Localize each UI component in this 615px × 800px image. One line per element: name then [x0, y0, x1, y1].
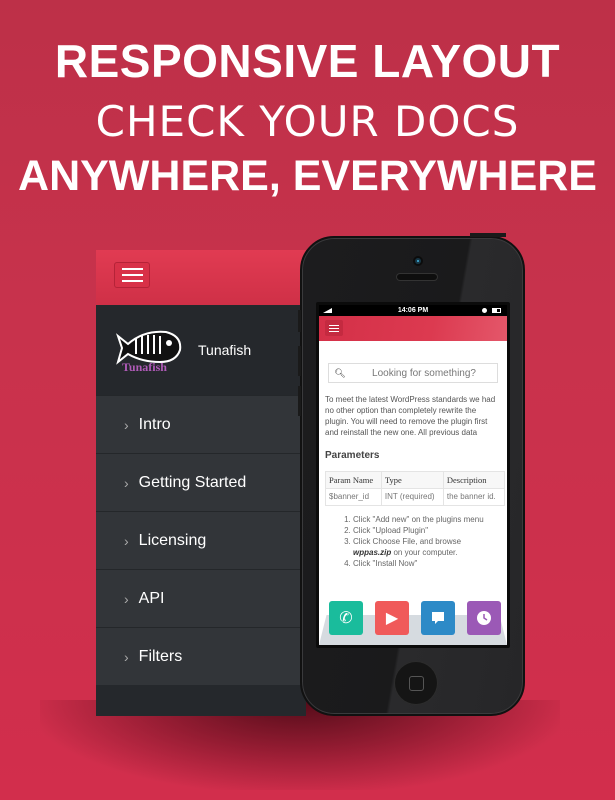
parameters-table: Param Name Type Description $banner_id I… [325, 471, 506, 506]
chevron-right-icon: › [124, 648, 129, 665]
parameters-heading: Parameters [325, 450, 380, 461]
table-cell: $banner_id [325, 488, 382, 506]
volume-button [298, 346, 301, 376]
clock-icon[interactable] [467, 601, 501, 635]
camera-icon [415, 258, 421, 264]
speaker-grille [397, 274, 437, 280]
list-item: Click "Add new" on the plugins menu [353, 514, 501, 525]
chevron-right-icon: › [124, 532, 129, 549]
hamburger-icon[interactable] [114, 262, 150, 288]
signal-icon [323, 308, 332, 313]
logo-text: Tunafish [122, 360, 167, 374]
sidebar-header [96, 250, 306, 305]
brand[interactable]: Tunafish Tunafish [96, 305, 306, 395]
column-header: Description [442, 471, 506, 489]
nav-item-licensing[interactable]: › Licensing [96, 511, 306, 569]
phone-screen: 14:06 PM 🔍︎ Looking for something? To me… [316, 302, 510, 648]
install-steps: Click "Add new" on the plugins menu Clic… [353, 514, 501, 569]
list-item: Click "Install Now" [353, 558, 501, 569]
search-icon: 🔍︎ [334, 367, 346, 378]
phone-icon[interactable]: ✆ [329, 601, 363, 635]
intro-paragraph: To meet the latest WordPress standards w… [325, 395, 496, 437]
column-header: Param Name [325, 471, 382, 489]
chevron-right-icon: › [124, 590, 129, 607]
list-item: Click "Upload Plugin" [353, 525, 501, 536]
status-time: 14:06 PM [397, 307, 429, 314]
nav-item-getting-started[interactable]: › Getting Started [96, 453, 306, 511]
fish-logo-icon: Tunafish [114, 326, 186, 374]
table-row: $banner_id INT (required) the banner id. [325, 488, 506, 506]
chevron-right-icon: › [124, 474, 129, 491]
chat-icon[interactable] [421, 601, 455, 635]
nav-item-api[interactable]: › API [96, 569, 306, 627]
headline-line-2: CHECK YOUR DOCS [95, 97, 520, 146]
nav-item-filters[interactable]: › Filters [96, 627, 306, 685]
status-bar: 14:06 PM [319, 305, 507, 316]
table-header-row: Param Name Type Description [325, 471, 506, 489]
nav-item-intro[interactable]: › Intro [96, 395, 306, 453]
phone-mockup: 14:06 PM 🔍︎ Looking for something? To me… [298, 233, 525, 716]
search-input[interactable]: 🔍︎ Looking for something? [328, 363, 498, 383]
search-placeholder: Looking for something? [372, 367, 476, 379]
battery-icon [492, 308, 501, 313]
volume-button [298, 386, 301, 416]
nav-label: Licensing [138, 531, 207, 549]
table-cell: INT (required) [380, 488, 444, 506]
volume-button [298, 310, 301, 332]
mobile-hamburger-icon[interactable] [325, 320, 343, 336]
table-cell: the banner id. [442, 488, 506, 506]
zip-filename: wppas.zip [353, 548, 392, 557]
home-button[interactable] [395, 662, 437, 704]
desktop-sidebar: Tunafish Tunafish › Intro › Getting Starte… [96, 250, 306, 716]
rotation-lock-icon [482, 308, 487, 313]
headline-line-1: RESPONSIVE LAYOUT [54, 35, 561, 87]
list-item: Click Choose File, and browse wppas.zip … [353, 536, 501, 558]
nav-label: API [138, 589, 165, 607]
nav-label: Getting Started [138, 473, 247, 491]
brand-name: Tunafish [198, 342, 252, 358]
nav-label: Intro [138, 415, 171, 433]
nav-label: Filters [138, 647, 183, 665]
headline-line-3: ANYWHERE, EVERYWHERE [18, 152, 597, 200]
column-header: Type [380, 471, 444, 489]
mobile-header [319, 316, 507, 341]
chevron-right-icon: › [124, 416, 129, 433]
power-button [470, 233, 506, 237]
play-icon[interactable]: ▶ [375, 601, 409, 635]
